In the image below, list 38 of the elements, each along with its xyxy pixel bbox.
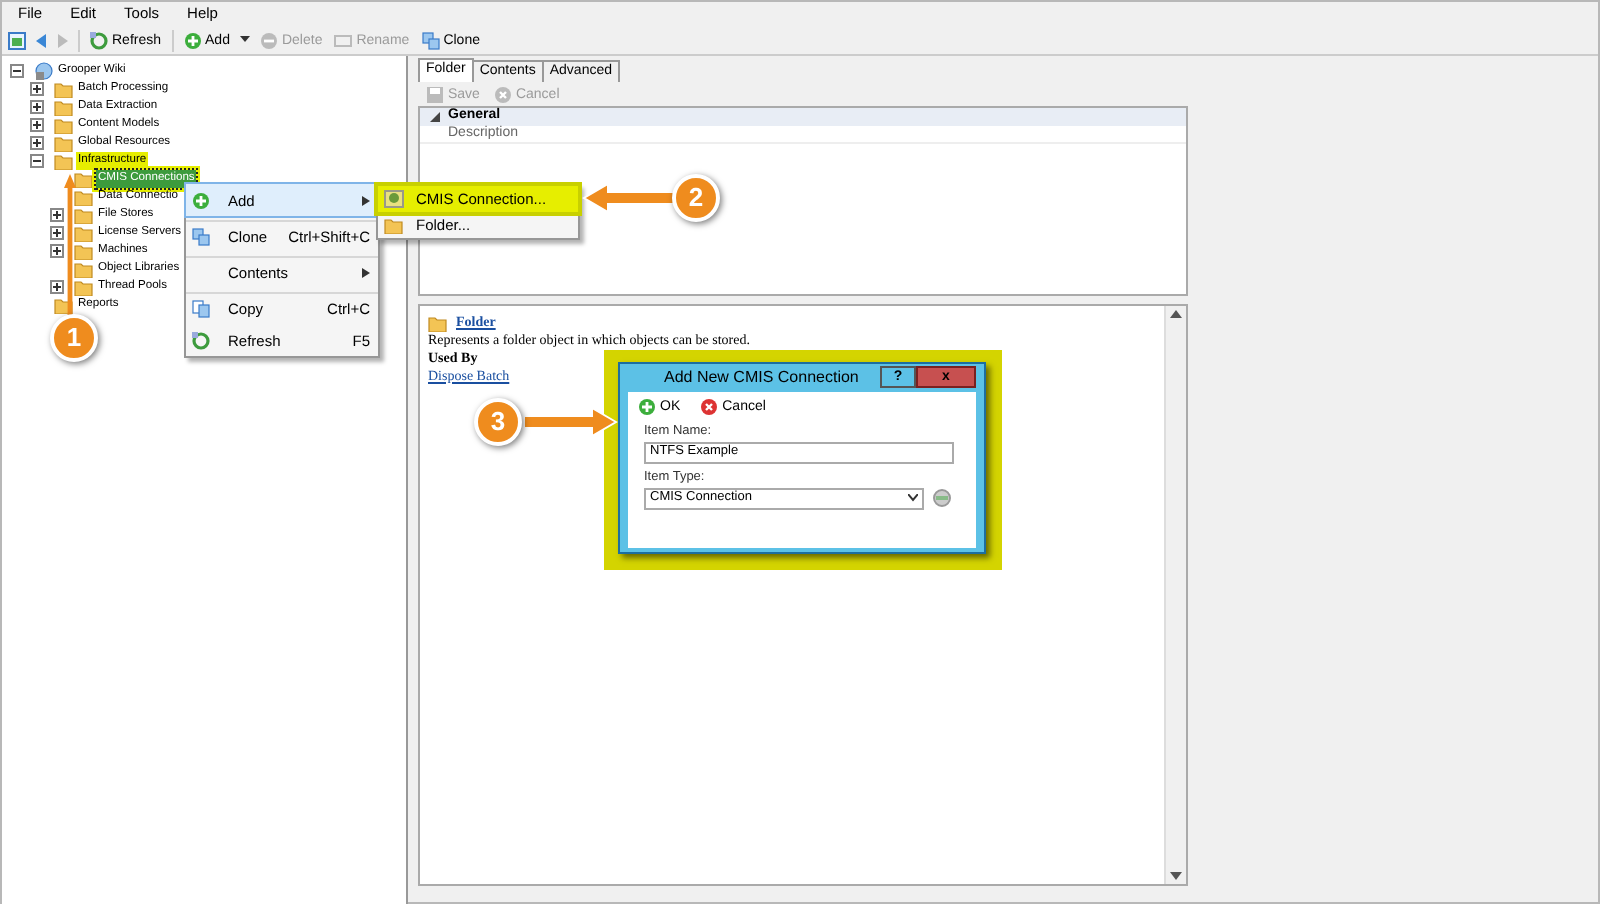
arrow — [582, 182, 678, 214]
check-icon — [638, 398, 656, 416]
refresh-icon — [90, 31, 108, 49]
collapse-icon[interactable] — [430, 112, 440, 122]
folder-icon — [384, 216, 404, 234]
cancel-icon — [700, 398, 719, 416]
expand-icon[interactable] — [50, 244, 64, 258]
plus-icon — [183, 31, 202, 49]
arrow — [522, 406, 618, 438]
chevron-down-icon[interactable] — [908, 494, 918, 503]
submenu-arrow-icon — [362, 195, 370, 205]
expand-icon[interactable] — [50, 280, 64, 294]
minus-icon — [259, 31, 278, 49]
expand-icon[interactable] — [50, 208, 64, 222]
rename-icon — [334, 31, 353, 49]
globe-icon — [34, 62, 54, 80]
plus-icon — [192, 191, 210, 209]
collapse-icon[interactable] — [10, 64, 24, 78]
scroll-up-icon[interactable] — [1170, 310, 1182, 318]
expand-icon[interactable] — [30, 100, 44, 114]
copy-icon — [421, 31, 440, 49]
copy-icon — [192, 228, 210, 246]
submenu-arrow-icon — [362, 268, 370, 278]
back-arrow-icon[interactable] — [34, 31, 48, 49]
refresh-icon — [192, 331, 210, 349]
arrow — [64, 174, 76, 318]
expand-icon[interactable] — [50, 226, 64, 240]
scroll-down-icon[interactable] — [1170, 872, 1182, 880]
home-icon[interactable] — [8, 31, 26, 49]
scrollbar[interactable] — [1164, 306, 1186, 884]
dialog-title: Add New CMIS Connection — [664, 368, 859, 388]
expand-icon[interactable] — [30, 118, 44, 132]
caret-icon[interactable] — [239, 36, 250, 44]
expand-icon[interactable] — [30, 82, 44, 96]
expand-icon[interactable] — [30, 136, 44, 150]
collapse-icon[interactable] — [30, 154, 44, 168]
copy-icon — [192, 300, 210, 318]
folder-icon — [428, 314, 448, 332]
